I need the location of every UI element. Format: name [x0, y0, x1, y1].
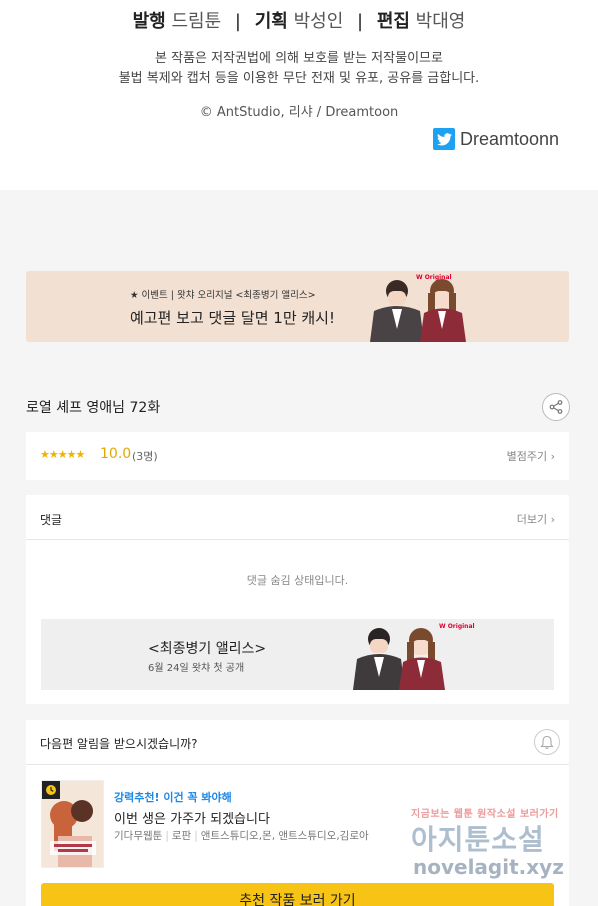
- promo-banner[interactable]: <최종병기 앨리스> 6월 24일 왓챠 첫 공개 W Original: [41, 619, 554, 690]
- wait-free-clock-icon: [42, 781, 60, 799]
- rate-button-label: 별점주기: [506, 450, 548, 463]
- separator: |: [357, 11, 364, 32]
- rec-tag: 앤트스튜디오,몬, 앤트스튜디오,김로아: [200, 830, 369, 842]
- recommended-work-title[interactable]: 이번 생은 가주가 되겠습니다: [114, 808, 270, 827]
- bell-icon: [540, 735, 554, 749]
- publisher-role: 발행: [132, 11, 166, 32]
- copyright-text: © AntStudio, 리샤 / Dreamtoon: [199, 105, 399, 120]
- notification-question: 다음편 알림을 받으시겠습니까?: [40, 737, 198, 751]
- share-icon: [549, 400, 563, 414]
- comments-header: 댓글 더보기 ›: [26, 495, 569, 540]
- banner-headline: 예고편 보고 댓글 달면 1만 캐시!: [130, 309, 335, 327]
- twitter-link[interactable]: Dreamtoonn: [433, 127, 559, 151]
- twitter-icon: [433, 128, 455, 150]
- publisher-name: 드림툰: [171, 11, 222, 32]
- chevron-right-icon: ›: [550, 450, 555, 463]
- editor-name: 박대영: [415, 11, 466, 32]
- meta-divider: |: [194, 830, 198, 842]
- rec-tag: 로판: [171, 830, 192, 842]
- notification-toggle-button[interactable]: [534, 729, 560, 755]
- episode-title: 로열 셰프 영애님 72화: [26, 400, 161, 416]
- promo-title: <최종병기 앨리스>: [148, 641, 267, 657]
- chevron-right-icon: ›: [550, 513, 555, 526]
- banner-subtitle: ★ 이벤트 | 왓챠 오리지널 <최종병기 앨리스>: [130, 290, 316, 301]
- planner-name: 박성인: [293, 11, 344, 32]
- staff-line: 발행 드림툰 | 기획 박성인 | 편집 박대영: [0, 8, 598, 36]
- planner-role: 기획: [254, 11, 288, 32]
- share-button[interactable]: [542, 393, 570, 421]
- copyright-notice: 본 작품은 저작권법에 의해 보호를 받는 저작물이므로 불법 복제와 캡처 등…: [0, 49, 598, 89]
- notice-line: 불법 복제와 캡처 등을 이용한 무단 전재 및 유포, 공유를 금합니다.: [118, 71, 480, 86]
- recommended-work-meta: 기다무웹툰 | 로판 | 앤트스튜디오,몬, 앤트스튜디오,김로아: [114, 828, 369, 843]
- rec-tag: 기다무웹툰: [114, 830, 163, 842]
- editor-role: 편집: [376, 11, 410, 32]
- watermark-url: novelagit.xyz: [413, 855, 564, 879]
- watermark-logo: 아지툰소설: [411, 823, 545, 856]
- promo-date: 6월 24일 왓챠 첫 공개: [148, 663, 245, 674]
- recommendation-label: 강력추천! 이건 꼭 봐야해: [114, 791, 232, 804]
- event-banner[interactable]: ★ 이벤트 | 왓챠 오리지널 <최종병기 앨리스> 예고편 보고 댓글 달면 …: [26, 271, 569, 342]
- banner-characters-image: [370, 279, 466, 342]
- view-recommended-button[interactable]: 추천 작품 보러 가기: [41, 883, 554, 906]
- rating-score: 10.0: [100, 446, 132, 462]
- rating-card: ★★★★★ 10.0 (3명) 별점주기 ›: [26, 432, 569, 480]
- notification-header: 다음편 알림을 받으시겠습니까?: [26, 720, 569, 765]
- comments-card: 댓글 더보기 › 댓글 숨김 상태입니다. <최종병기 앨리스> 6월 24일 …: [26, 495, 569, 704]
- comments-more-button[interactable]: 더보기 ›: [517, 511, 555, 527]
- credits-section: 발행 드림툰 | 기획 박성인 | 편집 박대영 본 작품은 저작권법에 의해 …: [0, 0, 598, 190]
- star-rating-icon: ★★★★★: [40, 448, 85, 461]
- comments-hidden-message: 댓글 숨김 상태입니다.: [246, 574, 349, 587]
- comments-more-label: 더보기: [516, 513, 548, 526]
- recommended-work-thumbnail[interactable]: [41, 780, 104, 868]
- meta-divider: |: [165, 830, 169, 842]
- rating-count: (3명): [132, 450, 158, 463]
- comments-title: 댓글: [40, 513, 63, 527]
- twitter-handle: Dreamtoonn: [460, 128, 560, 149]
- rate-button[interactable]: 별점주기 ›: [507, 448, 555, 464]
- notice-line: 본 작품은 저작권법에 의해 보호를 받는 저작물이므로: [155, 51, 443, 66]
- separator: |: [234, 11, 241, 32]
- promo-characters-image: [353, 628, 445, 690]
